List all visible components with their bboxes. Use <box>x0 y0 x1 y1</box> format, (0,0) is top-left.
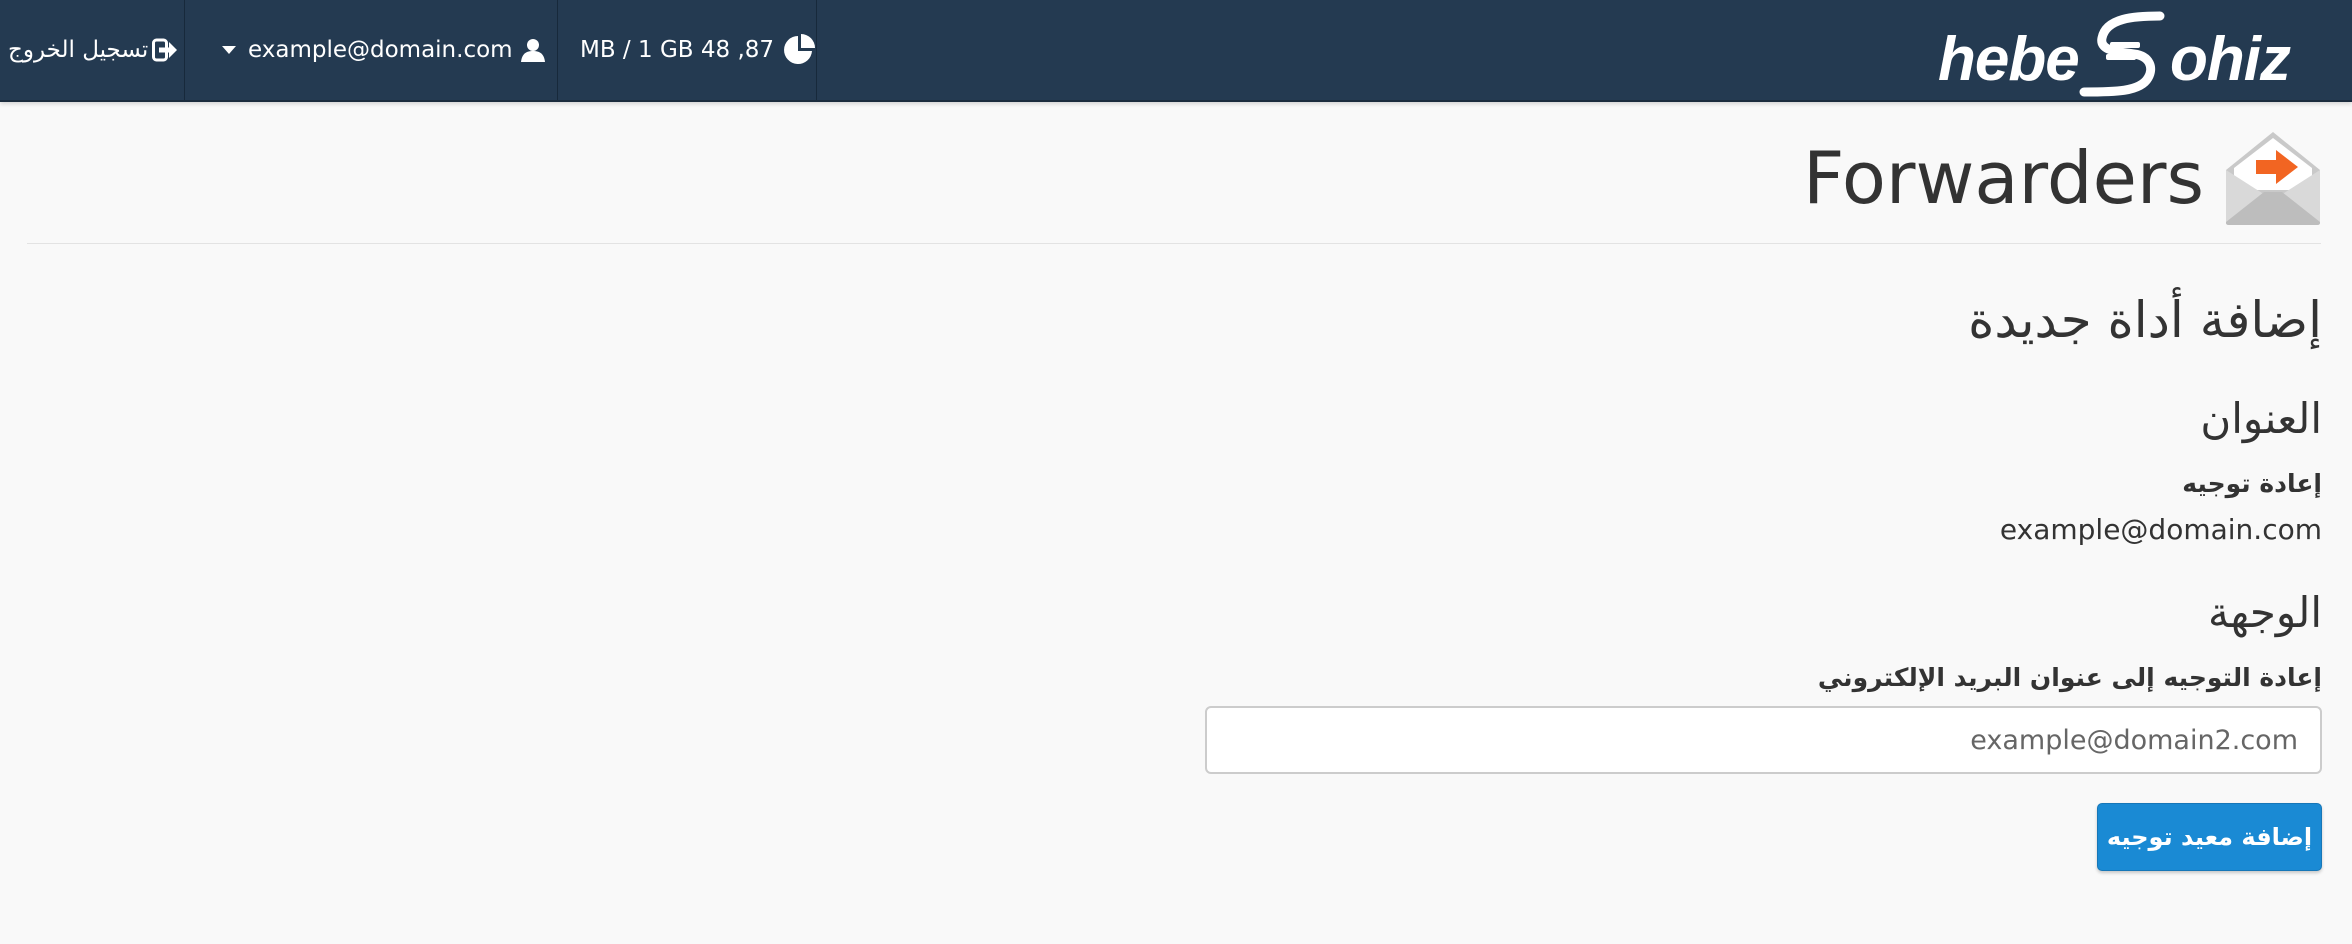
add-forwarder-button[interactable]: إضافة معيد توجيه <box>2097 803 2322 871</box>
disk-usage[interactable]: 87, 48 MB / 1 GB <box>580 0 816 100</box>
destination-email-input[interactable] <box>1205 706 2322 774</box>
add-forwarder-heading: إضافة أداة جديدة <box>1968 291 2322 349</box>
page-header: Forwarders <box>1803 128 2322 228</box>
user-icon <box>520 38 545 62</box>
top-navbar: تسجيل الخروج example@domain.com 87, 48 M… <box>0 0 2352 102</box>
disk-usage-text: 87, 48 MB / 1 GB <box>580 37 775 63</box>
pie-chart-icon <box>782 33 816 67</box>
header-divider <box>27 243 2321 244</box>
page-title: Forwarders <box>1803 136 2204 220</box>
brand-logo[interactable]: hebe ohiz <box>1934 8 2314 98</box>
user-menu[interactable]: example@domain.com <box>222 0 545 100</box>
address-value: example@domain.com <box>1999 513 2322 546</box>
divider <box>184 0 185 100</box>
address-section-title: العنوان <box>2200 394 2322 443</box>
address-label: إعادة توجيه <box>2182 469 2322 498</box>
svg-text:ohiz: ohiz <box>2170 25 2291 94</box>
user-email: example@domain.com <box>248 37 513 63</box>
destination-section-title: الوجهة <box>2207 588 2322 637</box>
destination-label: إعادة التوجيه إلى عنوان البريد الإلكترون… <box>1817 663 2322 692</box>
divider <box>816 0 817 100</box>
divider <box>557 0 558 100</box>
sign-out-icon <box>152 38 178 62</box>
caret-down-icon <box>222 45 236 55</box>
logout-link[interactable]: تسجيل الخروج <box>8 0 184 100</box>
svg-text:hebe: hebe <box>1938 25 2079 94</box>
envelope-forward-icon <box>2224 130 2322 226</box>
logout-label: تسجيل الخروج <box>8 37 149 63</box>
